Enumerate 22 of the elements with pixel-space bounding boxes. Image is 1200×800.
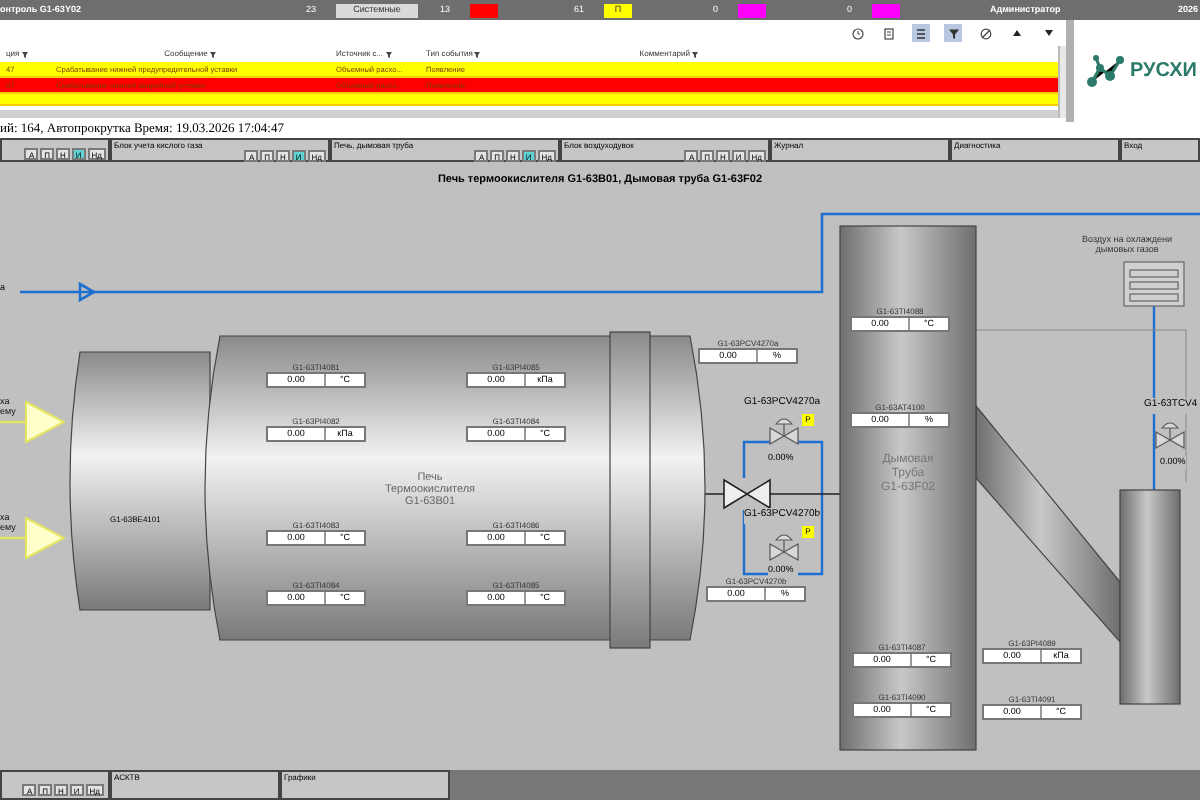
- vertical-scrollbar[interactable]: [1058, 46, 1066, 118]
- clock-icon: [851, 27, 863, 39]
- toolbar-button[interactable]: [976, 24, 994, 42]
- list-icon: [916, 27, 926, 39]
- inlet-arrow: [0, 516, 67, 560]
- filter-icon: [947, 27, 959, 39]
- inlet-arrow: [0, 400, 67, 444]
- filter-icon[interactable]: [21, 51, 28, 57]
- toolbar-button[interactable]: [848, 24, 866, 42]
- filter-icon[interactable]: [209, 51, 216, 57]
- filter-icon[interactable]: [474, 51, 481, 57]
- network-logo-icon: [1086, 53, 1126, 89]
- air-cooler-drawing: [1123, 261, 1185, 307]
- logo-text: РУСХИ: [1130, 58, 1197, 86]
- triangle-up-icon: [1012, 28, 1022, 38]
- document-icon: [884, 27, 894, 39]
- triangle-down-icon: [1044, 28, 1054, 38]
- toolbar-button[interactable]: [944, 24, 962, 42]
- horizontal-scrollbar[interactable]: [0, 110, 1058, 118]
- filter-icon[interactable]: [385, 51, 392, 57]
- valve-icon[interactable]: [723, 478, 771, 510]
- filter-icon[interactable]: [692, 51, 698, 57]
